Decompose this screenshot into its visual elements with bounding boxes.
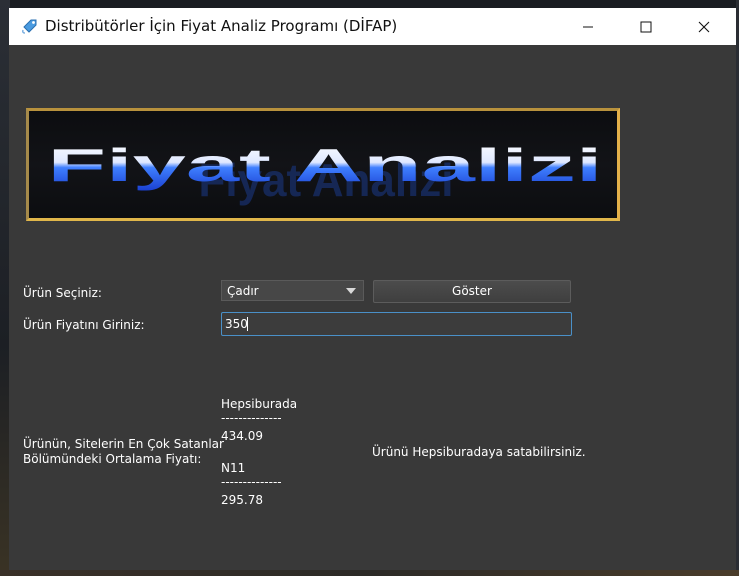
close-button[interactable] bbox=[675, 8, 733, 45]
maximize-button[interactable] bbox=[617, 8, 675, 45]
site2-price: 295.78 bbox=[221, 493, 263, 507]
app-window: Distribütörler İçin Fiyat Analiz Program… bbox=[9, 8, 736, 570]
product-combobox[interactable]: Çadır bbox=[221, 280, 364, 301]
average-price-label-line2: Bölümündeki Ortalama Fiyatı: bbox=[23, 452, 202, 466]
window-title: Distribütörler İçin Fiyat Analiz Program… bbox=[45, 17, 398, 35]
fiyat-analizi-banner: Fiyat Analizi Fiyat Analizi bbox=[26, 108, 620, 221]
show-button[interactable]: Göster bbox=[373, 280, 571, 303]
text-caret bbox=[247, 317, 248, 331]
site2-separator: -------------- bbox=[221, 475, 282, 489]
site1-name: Hepsiburada bbox=[221, 397, 298, 411]
title-bar[interactable]: Distribütörler İçin Fiyat Analiz Program… bbox=[9, 8, 736, 45]
minimize-button[interactable] bbox=[559, 8, 617, 45]
price-input-value: 350 bbox=[225, 317, 248, 331]
minimize-icon bbox=[583, 26, 593, 27]
site1-separator: -------------- bbox=[221, 411, 282, 425]
recommendation-text: Ürünü Hepsiburadaya satabilirsiniz. bbox=[372, 445, 586, 459]
close-icon bbox=[698, 21, 710, 32]
price-input-label: Ürün Fiyatını Giriniz: bbox=[23, 318, 145, 332]
product-select-label: Ürün Seçiniz: bbox=[23, 286, 102, 300]
product-selected-value: Çadır bbox=[227, 284, 259, 298]
banner-title: Fiyat Analizi bbox=[48, 139, 603, 191]
site2-name: N11 bbox=[221, 461, 246, 475]
price-input[interactable]: 350 bbox=[221, 312, 572, 336]
desktop-background-bottom bbox=[0, 570, 739, 576]
site1-price: 434.09 bbox=[221, 429, 263, 443]
maximize-icon bbox=[640, 21, 652, 32]
tag-link-icon bbox=[21, 17, 39, 35]
average-price-label-line1: Ürünün, Sitelerin En Çok Satanlar bbox=[23, 437, 224, 451]
chevron-down-icon bbox=[346, 288, 356, 294]
